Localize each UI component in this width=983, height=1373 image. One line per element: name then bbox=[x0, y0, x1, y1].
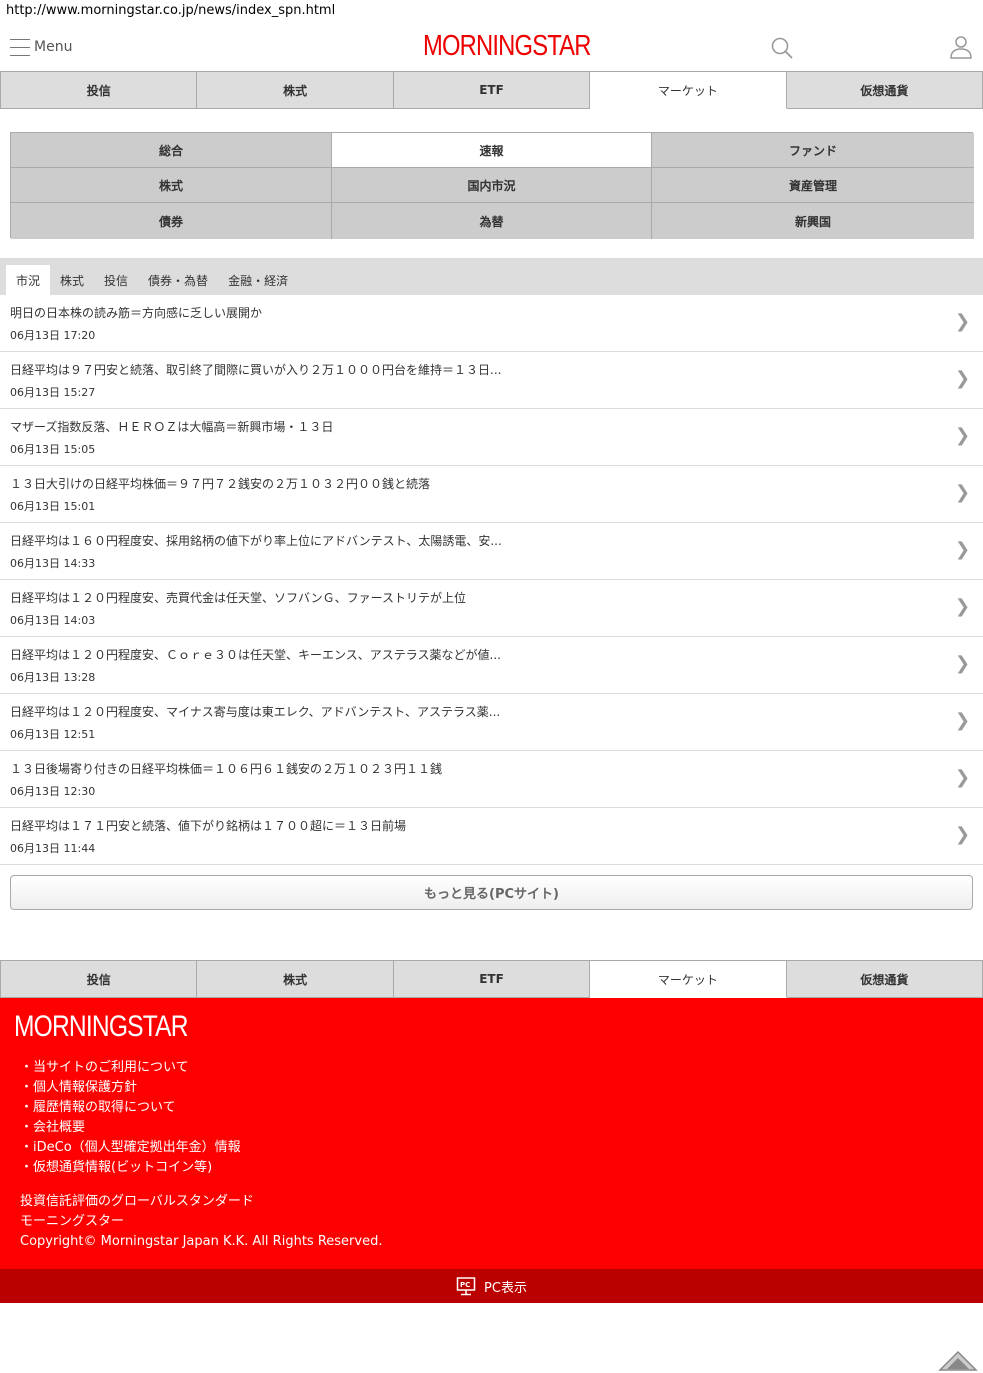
news-date: 06月13日 15:01 bbox=[10, 500, 96, 513]
subcat-sougou[interactable]: 総合 bbox=[11, 133, 332, 168]
footer-link-privacy[interactable]: ・個人情報保護方針 bbox=[20, 1078, 241, 1098]
news-title: マザーズ指数反落、ＨＥＲＯＺは大幅高＝新興市場・１３日 bbox=[10, 420, 334, 434]
chevron-right-icon: ❯ bbox=[955, 425, 971, 446]
svg-text:PC: PC bbox=[460, 1281, 470, 1289]
subcat-saiken[interactable]: 債券 bbox=[11, 203, 332, 239]
chevron-right-icon: ❯ bbox=[955, 596, 971, 617]
footer-link-terms[interactable]: ・当サイトのご利用について bbox=[20, 1058, 241, 1078]
footer-link-crypto[interactable]: ・仮想通貨情報(ビットコイン等) bbox=[20, 1158, 241, 1178]
site-footer: MORNINGSTAR ・当サイトのご利用について ・個人情報保護方針 ・履歴情… bbox=[0, 998, 983, 1269]
news-title: 日経平均は１２０円程度安、売買代金は任天堂、ソフバンＧ、ファーストリテが上位 bbox=[10, 591, 467, 605]
news-list: 明日の日本株の読み筋＝方向感に乏しい展開か 06月13日 17:20 ❯ 日経平… bbox=[0, 295, 983, 865]
chevron-right-icon: ❯ bbox=[955, 482, 971, 503]
news-tab-toushin[interactable]: 投信 bbox=[94, 265, 138, 295]
tab-crypto[interactable]: 仮想通貨 bbox=[786, 72, 983, 109]
news-title: １３日後場寄り付きの日経平均株価＝１０６円６１銭安の２万１０２３円１１銭 bbox=[10, 762, 443, 776]
subcat-kokunai-shikyou[interactable]: 国内市況 bbox=[332, 168, 652, 203]
news-tab-kabushiki[interactable]: 株式 bbox=[50, 265, 94, 295]
news-date: 06月13日 12:30 bbox=[10, 785, 96, 798]
news-title: 日経平均は１２０円程度安、マイナス寄与度は東エレク、アドバンテスト、アステラス薬… bbox=[10, 705, 501, 719]
tab-kabushiki[interactable]: 株式 bbox=[197, 961, 394, 998]
tagline-line-2: モーニングスター bbox=[20, 1214, 125, 1229]
pc-view-label: PC表示 bbox=[484, 1280, 527, 1296]
subcat-shisan-kanri[interactable]: 資産管理 bbox=[652, 168, 974, 203]
morningstar-logo[interactable]: MORNINGSTAR bbox=[423, 30, 591, 63]
site-header: Menu MORNINGSTAR bbox=[0, 22, 983, 72]
tab-market[interactable]: マーケット bbox=[590, 72, 787, 109]
main-tabs: 投信 株式 ETF マーケット 仮想通貨 bbox=[0, 71, 983, 109]
news-item[interactable]: 日経平均は１２０円程度安、売買代金は任天堂、ソフバンＧ、ファーストリテが上位 0… bbox=[0, 580, 983, 637]
news-item[interactable]: マザーズ指数反落、ＨＥＲＯＺは大幅高＝新興市場・１３日 06月13日 15:05… bbox=[0, 409, 983, 466]
news-item[interactable]: １３日後場寄り付きの日経平均株価＝１０６円６１銭安の２万１０２３円１１銭 06月… bbox=[0, 751, 983, 808]
chevron-right-icon: ❯ bbox=[955, 710, 971, 731]
subcat-shinkoukoku[interactable]: 新興国 bbox=[652, 203, 974, 239]
chevron-right-icon: ❯ bbox=[955, 539, 971, 560]
tab-crypto[interactable]: 仮想通貨 bbox=[786, 961, 983, 998]
address-bar-url: http://www.morningstar.co.jp/news/index_… bbox=[6, 3, 336, 18]
news-date: 06月13日 15:05 bbox=[10, 443, 96, 456]
footer-link-ideco[interactable]: ・iDeCo（個人型確定拠出年金）情報 bbox=[20, 1138, 241, 1158]
pc-monitor-icon: PC bbox=[456, 1277, 476, 1296]
pc-view-button[interactable]: PC PC表示 bbox=[0, 1269, 983, 1303]
footer-tagline: 投資信託評価のグローバルスタンダード モーニングスター Copyright© M… bbox=[20, 1192, 382, 1252]
news-title: 日経平均は９７円安と続落、取引終了間際に買いが入り２万１０００円台を維持＝１３日… bbox=[10, 363, 502, 377]
sub-category-grid: 総合 速報 ファンド 株式 国内市況 資産管理 債券 為替 新興国 bbox=[10, 132, 974, 239]
news-item[interactable]: 日経平均は１６０円程度安、採用銘柄の値下がり率上位にアドバンテスト、太陽誘電、安… bbox=[0, 523, 983, 580]
tab-etf[interactable]: ETF bbox=[393, 961, 591, 998]
news-title: 明日の日本株の読み筋＝方向感に乏しい展開か bbox=[10, 306, 263, 320]
tab-etf[interactable]: ETF bbox=[393, 72, 591, 109]
subcat-kawase[interactable]: 為替 bbox=[332, 203, 652, 239]
news-tab-kinyu-keizai[interactable]: 金融・経済 bbox=[218, 265, 298, 295]
news-item[interactable]: 日経平均は１７１円安と続落、値下がり銘柄は１７００超に＝１３日前場 06月13日… bbox=[0, 808, 983, 865]
news-item[interactable]: 日経平均は１２０円程度安、マイナス寄与度は東エレク、アドバンテスト、アステラス薬… bbox=[0, 694, 983, 751]
news-item[interactable]: 日経平均は９７円安と続落、取引終了間際に買いが入り２万１０００円台を維持＝１３日… bbox=[0, 352, 983, 409]
subcat-kabushiki[interactable]: 株式 bbox=[11, 168, 332, 203]
footer-link-history[interactable]: ・履歴情報の取得について bbox=[20, 1098, 241, 1118]
menu-button[interactable]: Menu bbox=[10, 34, 72, 60]
news-date: 06月13日 14:03 bbox=[10, 614, 96, 627]
news-tabs: 市況 株式 投信 債券・為替 金融・経済 bbox=[0, 258, 983, 295]
user-icon[interactable] bbox=[950, 35, 972, 59]
news-date: 06月13日 12:51 bbox=[10, 728, 96, 741]
news-title: 日経平均は１７１円安と続落、値下がり銘柄は１７００超に＝１３日前場 bbox=[10, 819, 407, 833]
hamburger-icon bbox=[10, 35, 30, 59]
copyright: Copyright© Morningstar Japan K.K. All Ri… bbox=[20, 1234, 383, 1249]
search-icon[interactable] bbox=[770, 36, 794, 60]
news-date: 06月13日 14:33 bbox=[10, 557, 96, 570]
news-item[interactable]: １３日大引けの日経平均株価＝９７円７２銭安の２万１０３２円００銭と続落 06月1… bbox=[0, 466, 983, 523]
news-title: １３日大引けの日経平均株価＝９７円７２銭安の２万１０３２円００銭と続落 bbox=[10, 477, 431, 491]
subcat-sokuhou[interactable]: 速報 bbox=[332, 133, 652, 168]
tab-kabushiki[interactable]: 株式 bbox=[197, 72, 394, 109]
chevron-right-icon: ❯ bbox=[955, 653, 971, 674]
news-item[interactable]: 日経平均は１２０円程度安、Ｃｏｒｅ３０は任天堂、キーエンス、アステラス薬などが値… bbox=[0, 637, 983, 694]
tagline-line-1: 投資信託評価のグローバルスタンダード bbox=[20, 1194, 254, 1209]
menu-label: Menu bbox=[34, 39, 73, 55]
footer-logo[interactable]: MORNINGSTAR bbox=[14, 1010, 188, 1044]
chevron-right-icon: ❯ bbox=[955, 767, 971, 788]
more-pc-site-button[interactable]: もっと見る(PCサイト) bbox=[10, 875, 973, 910]
footer-link-company[interactable]: ・会社概要 bbox=[20, 1118, 241, 1138]
news-date: 06月13日 11:44 bbox=[10, 842, 96, 855]
chevron-right-icon: ❯ bbox=[955, 368, 971, 389]
news-date: 06月13日 17:20 bbox=[10, 329, 96, 342]
news-title: 日経平均は１２０円程度安、Ｃｏｒｅ３０は任天堂、キーエンス、アステラス薬などが値… bbox=[10, 648, 501, 662]
news-date: 06月13日 13:28 bbox=[10, 671, 96, 684]
news-tab-shikyou[interactable]: 市況 bbox=[6, 265, 51, 295]
tab-toushin[interactable]: 投信 bbox=[0, 72, 198, 109]
news-title: 日経平均は１６０円程度安、採用銘柄の値下がり率上位にアドバンテスト、太陽誘電、安… bbox=[10, 534, 502, 548]
news-item[interactable]: 明日の日本株の読み筋＝方向感に乏しい展開か 06月13日 17:20 ❯ bbox=[0, 295, 983, 352]
footer-links: ・当サイトのご利用について ・個人情報保護方針 ・履歴情報の取得について ・会社… bbox=[20, 1058, 241, 1178]
page-top-arrow-icon[interactable] bbox=[938, 1350, 978, 1372]
tab-market[interactable]: マーケット bbox=[590, 961, 787, 998]
tab-toushin[interactable]: 投信 bbox=[0, 961, 198, 998]
news-tab-saiken-kawase[interactable]: 債券・為替 bbox=[138, 265, 218, 295]
chevron-right-icon: ❯ bbox=[955, 824, 971, 845]
chevron-right-icon: ❯ bbox=[955, 311, 971, 332]
subcat-fund[interactable]: ファンド bbox=[652, 133, 974, 168]
news-date: 06月13日 15:27 bbox=[10, 386, 96, 399]
footer-main-tabs: 投信 株式 ETF マーケット 仮想通貨 bbox=[0, 960, 983, 998]
